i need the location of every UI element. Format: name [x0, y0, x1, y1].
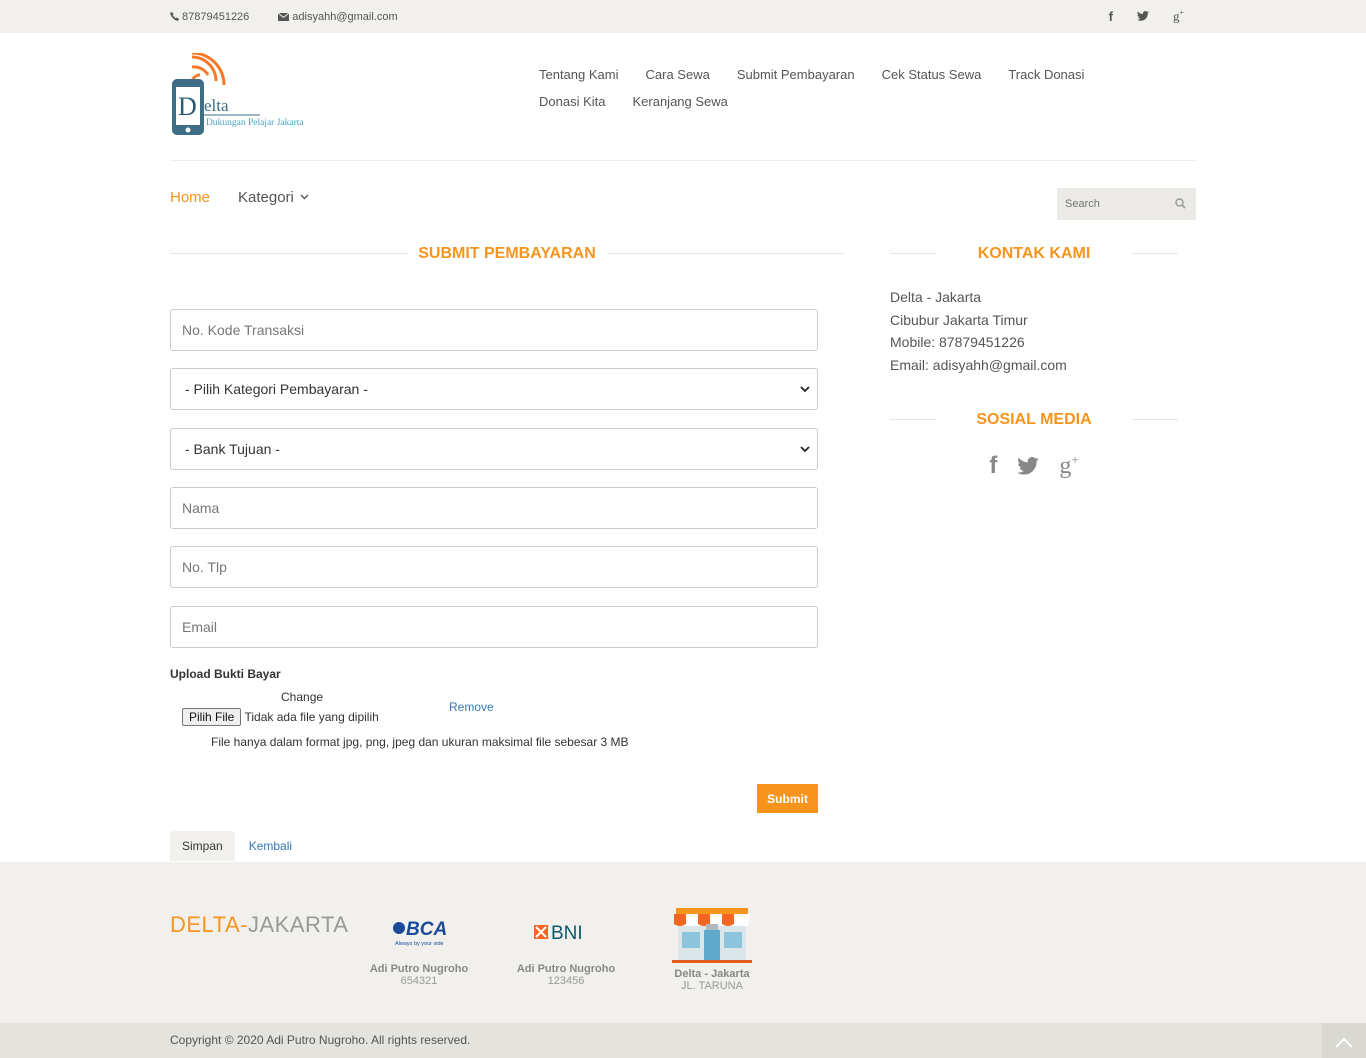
title-line-left [170, 253, 408, 254]
no-tlp-input[interactable]: No. Tlp [170, 546, 818, 588]
envelope-icon [278, 12, 290, 21]
title-line-right [1132, 419, 1178, 420]
contact-info: Delta - Jakarta Cibubur Jakarta Timur Mo… [890, 286, 1178, 376]
nav-cara-sewa[interactable]: Cara Sewa [646, 61, 710, 88]
site-logo[interactable]: D elta Dukungan Pelajar Jakarta [170, 53, 330, 143]
chevron-down-icon [800, 446, 810, 453]
search-box [1057, 188, 1196, 220]
bank-bni: BNI Adi Putro Nugroho 123456 [506, 912, 626, 987]
google-plus-icon[interactable]: g+ [1173, 8, 1184, 24]
form-title: SUBMIT PEMBAYARAN [408, 244, 606, 264]
chevron-down-icon [800, 386, 810, 393]
topbar-phone-text: 87879451226 [182, 10, 250, 23]
nav-tentang-kami[interactable]: Tentang Kami [539, 61, 619, 88]
svg-text:Dukungan Pelajar Jakarta: Dukungan Pelajar Jakarta [206, 118, 304, 128]
tab-simpan[interactable]: Simpan [170, 831, 235, 861]
phone-icon [170, 12, 179, 21]
chevron-up-icon [1335, 1037, 1353, 1048]
store-icon [672, 908, 752, 963]
sidebar: KONTAK KAMI Delta - Jakarta Cibubur Jaka… [890, 244, 1178, 480]
bank-store: Delta - Jakarta JL. TARUNA [652, 908, 772, 992]
social-title-bar: SOSIAL MEDIA [890, 410, 1178, 430]
submit-button[interactable]: Submit [757, 784, 818, 813]
tab-kembali[interactable]: Kembali [235, 831, 306, 861]
brand-delta: DELTA- [170, 912, 248, 937]
search-input[interactable] [1065, 198, 1165, 210]
pilih-file-button[interactable]: Pilih File [182, 708, 242, 726]
footer: DELTA-JAKARTA BCA Always by your side Ad… [0, 862, 1366, 1023]
twitter-icon[interactable] [1136, 11, 1149, 21]
nav-track-donasi[interactable]: Track Donasi [1008, 61, 1084, 88]
menu-row: Home Kategori [170, 161, 1196, 231]
brand-jakarta: JAKARTA [247, 912, 349, 937]
file-status: Tidak ada file yang dipilih [244, 710, 379, 724]
header: D elta Dukungan Pelajar Jakarta Tentang … [170, 33, 1196, 160]
contact-title-bar: KONTAK KAMI [890, 244, 1178, 264]
bni-logo: BNI [534, 923, 583, 944]
nav-cek-status-sewa[interactable]: Cek Status Sewa [882, 61, 982, 88]
form-tabs: Simpan Kembali [170, 831, 306, 861]
topbar-email: adisyahh@gmail.com [278, 10, 398, 23]
chevron-down-icon [300, 194, 309, 200]
bank-account-number: 654321 [400, 975, 438, 987]
menu-kategori[interactable]: Kategori [238, 189, 309, 206]
file-picker[interactable]: Pilih File Tidak ada file yang dipilih [182, 708, 379, 726]
google-plus-icon[interactable]: g+ [1059, 452, 1078, 480]
form-title-bar: SUBMIT PEMBAYARAN [170, 244, 844, 264]
nav-submit-pembayaran[interactable]: Submit Pembayaran [737, 61, 855, 88]
remove-link[interactable]: Remove [449, 700, 494, 714]
title-line-left [890, 253, 936, 254]
svg-text:BCA: BCA [406, 919, 447, 940]
topbar-email-text: adisyahh@gmail.com [292, 10, 398, 23]
bank-select-value: - Bank Tujuan - [185, 441, 280, 457]
svg-text:elta: elta [204, 96, 229, 115]
facebook-icon[interactable]: f [1109, 9, 1113, 24]
kode-transaksi-input[interactable]: No. Kode Transaksi [170, 309, 818, 351]
contact-line: Email: adisyahh@gmail.com [890, 356, 1067, 373]
menu-kategori-label: Kategori [238, 189, 294, 206]
bca-logo: BCA Always by your side [393, 919, 447, 947]
copyright-bar: Copyright © 2020 Adi Putro Nugroho. All … [0, 1023, 1366, 1058]
title-line-right [1132, 253, 1178, 254]
nav-donasi-kita[interactable]: Donasi Kita [539, 88, 605, 115]
nama-input[interactable]: Nama [170, 487, 818, 529]
contact-line: Delta - Jakarta [890, 289, 982, 305]
topbar-social: f g+ [1109, 8, 1184, 24]
menu-home[interactable]: Home [170, 189, 210, 206]
scroll-to-top-button[interactable] [1322, 1023, 1366, 1058]
twitter-icon[interactable] [1017, 457, 1040, 475]
svg-text:D: D [178, 92, 197, 121]
contact-line: Mobile: 87879451226 [890, 334, 1025, 350]
contact-title: KONTAK KAMI [967, 244, 1101, 264]
footer-brand: DELTA-JAKARTA [170, 912, 348, 938]
nav-keranjang-sewa[interactable]: Keranjang Sewa [632, 88, 727, 115]
email-input[interactable]: Email [170, 606, 818, 648]
topbar-phone: 87879451226 [170, 11, 249, 23]
search-icon[interactable] [1175, 198, 1186, 209]
contact-line: Cibubur Jakarta Timur [890, 311, 1028, 328]
upload-label: Upload Bukti Bayar [170, 667, 281, 681]
social-title: SOSIAL MEDIA [966, 410, 1102, 430]
payment-form-section: SUBMIT PEMBAYARAN No. Kode Transaksi - P… [170, 244, 844, 861]
copyright-text: Copyright © 2020 Adi Putro Nugroho. All … [170, 1033, 471, 1047]
file-note: File hanya dalam format jpg, png, jpeg d… [211, 735, 629, 749]
bank-tujuan-select[interactable]: - Bank Tujuan - [170, 428, 818, 470]
kategori-pembayaran-select[interactable]: - Pilih Kategori Pembayaran - [170, 368, 818, 410]
bank-account-number: 123456 [547, 975, 585, 987]
bank-account-name: Adi Putro Nugroho [516, 963, 616, 975]
main-nav: Tentang Kami Cara Sewa Submit Pembayaran… [539, 61, 1179, 115]
bank-account-name: Adi Putro Nugroho [369, 963, 469, 975]
kategori-select-value: - Pilih Kategori Pembayaran - [185, 381, 368, 397]
bank-bca: BCA Always by your side Adi Putro Nugroh… [359, 912, 479, 987]
top-bar: 87879451226 adisyahh@gmail.com f g+ [0, 0, 1366, 33]
store-address: JL. TARUNA [681, 980, 743, 992]
svg-text:BNI: BNI [551, 923, 583, 944]
change-link[interactable]: Change [281, 690, 323, 704]
facebook-icon[interactable]: f [989, 452, 997, 480]
svg-text:Always by your side: Always by your side [395, 941, 444, 947]
title-line-right [608, 253, 844, 254]
sidebar-social: f g+ [890, 452, 1178, 480]
title-line-left [890, 419, 936, 420]
store-name: Delta - Jakarta [674, 968, 750, 980]
